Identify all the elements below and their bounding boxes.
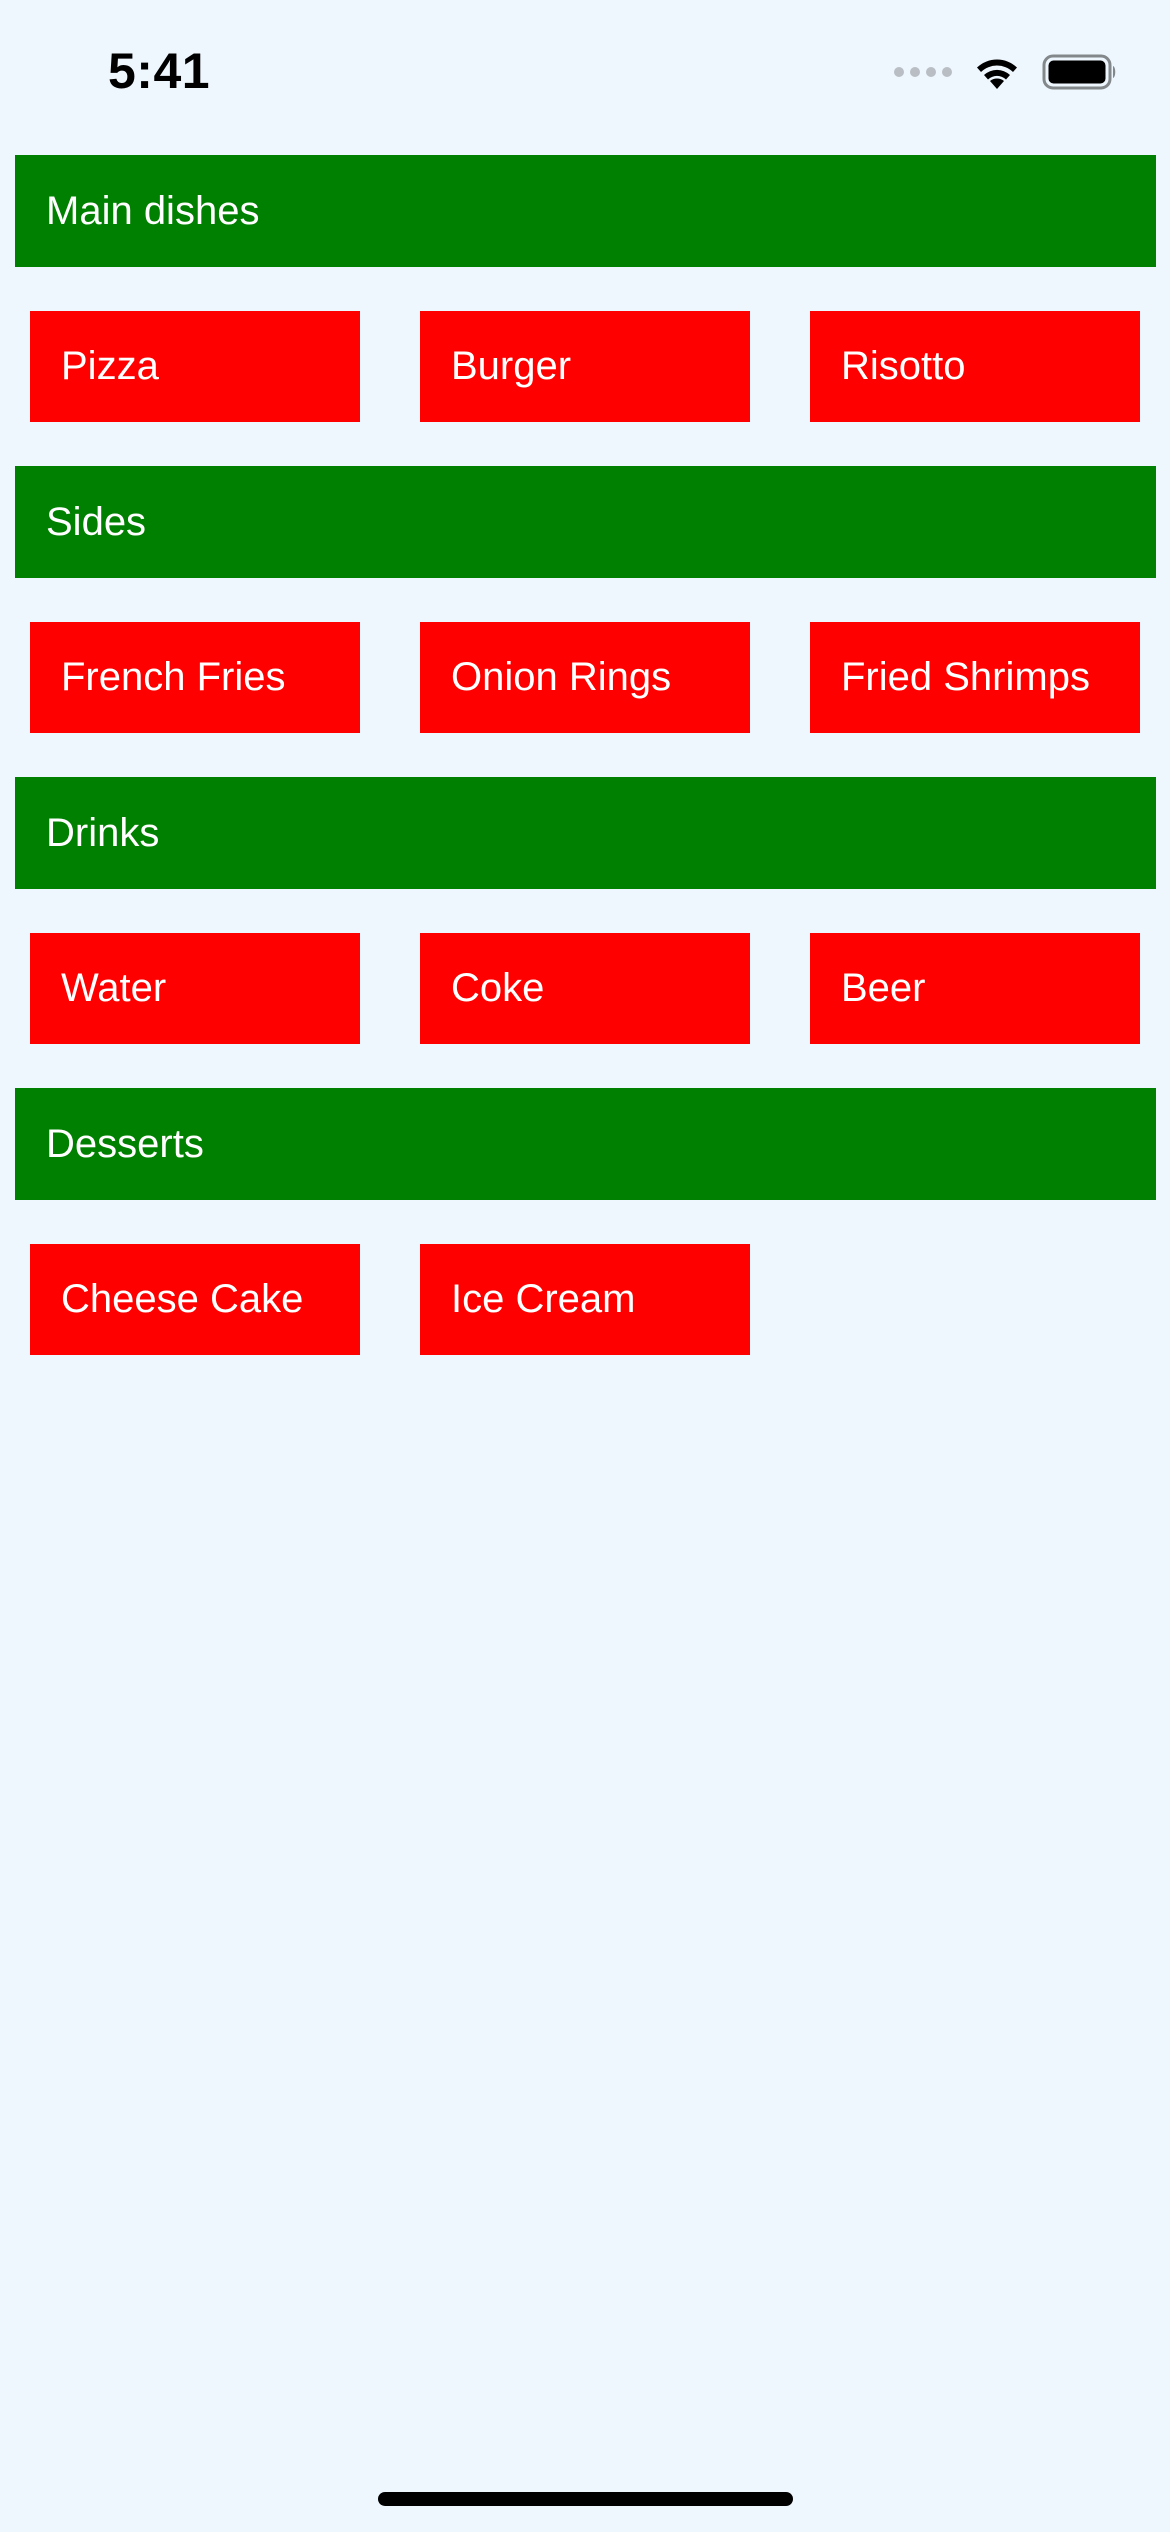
battery-icon xyxy=(1042,53,1118,91)
status-time: 5:41 xyxy=(108,43,211,99)
status-bar: 5:41 xyxy=(0,0,1170,140)
section-header: Drinks xyxy=(15,777,1156,889)
menu-item-button[interactable]: Beer xyxy=(810,933,1140,1044)
menu-list: Main dishes Pizza Burger Risotto Sides French… xyxy=(0,155,1170,1399)
menu-item-button[interactable]: French Fries xyxy=(30,622,360,733)
items-row: French Fries Onion Rings Fried Shrimps xyxy=(0,578,1170,777)
menu-section: Sides French Fries Onion Rings Fried Shrimp… xyxy=(0,466,1170,777)
status-icons xyxy=(894,52,1118,92)
items-row: Pizza Burger Risotto xyxy=(0,267,1170,466)
screen: 5:41 Main dishes Pizza Burger Risotto Si… xyxy=(0,0,1170,2532)
menu-item-button[interactable]: Risotto xyxy=(810,311,1140,422)
menu-item-button[interactable]: Onion Rings xyxy=(420,622,750,733)
menu-item-button[interactable]: Water xyxy=(30,933,360,1044)
menu-item-button[interactable]: Ice Cream xyxy=(420,1244,750,1355)
menu-item-button[interactable]: Fried Shrimps xyxy=(810,622,1140,733)
menu-item-button[interactable]: Burger xyxy=(420,311,750,422)
items-row: Water Coke Beer xyxy=(0,889,1170,1088)
menu-item-button[interactable]: Coke xyxy=(420,933,750,1044)
home-indicator[interactable] xyxy=(378,2492,793,2506)
menu-item-button[interactable]: Cheese Cake xyxy=(30,1244,360,1355)
cellular-signal-icon xyxy=(894,67,952,77)
menu-section: Desserts Cheese Cake Ice Cream xyxy=(0,1088,1170,1399)
section-header: Main dishes xyxy=(15,155,1156,267)
section-header: Sides xyxy=(15,466,1156,578)
menu-section: Main dishes Pizza Burger Risotto xyxy=(0,155,1170,466)
menu-item-button[interactable]: Pizza xyxy=(30,311,360,422)
wifi-icon xyxy=(972,53,1022,91)
items-row: Cheese Cake Ice Cream xyxy=(0,1200,1170,1399)
section-header: Desserts xyxy=(15,1088,1156,1200)
menu-section: Drinks Water Coke Beer xyxy=(0,777,1170,1088)
